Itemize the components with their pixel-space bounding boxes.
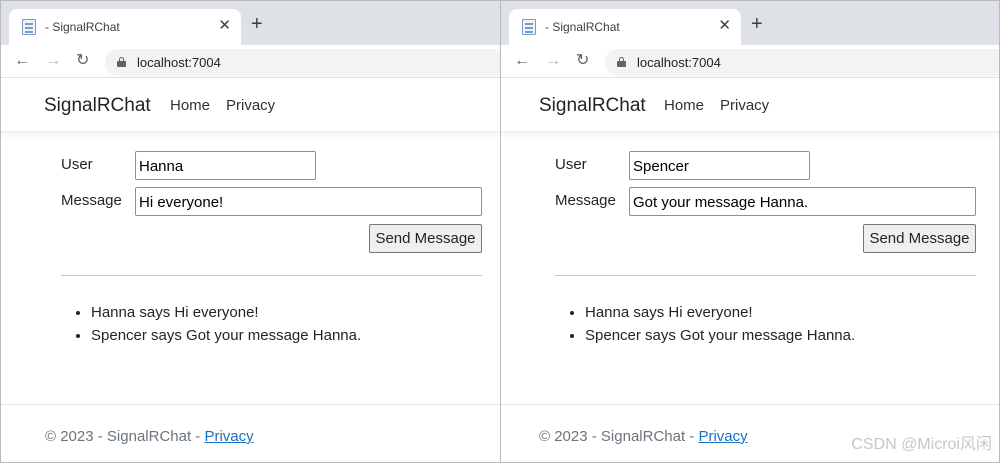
- chat-content: User Hanna Message Hi everyone! Send Mes…: [1, 132, 500, 402]
- footer-text: © 2023 - SignalRChat - Privacy: [539, 428, 748, 445]
- user-input[interactable]: Hanna: [135, 151, 316, 180]
- chat-content: User Spencer Message Got your message Ha…: [501, 132, 999, 402]
- tab-title: - SignalRChat: [545, 20, 620, 34]
- messages-list: Hanna says Hi everyone! Spencer says Got…: [61, 301, 361, 347]
- page-favicon-icon: [522, 19, 536, 35]
- browser-tab[interactable]: - SignalRChat ✕: [9, 9, 241, 45]
- browser-window-right: - SignalRChat ✕ + ← → ↻ localhost:7004 S…: [500, 0, 1000, 463]
- message-input[interactable]: Hi everyone!: [135, 187, 482, 216]
- browser-toolbar: ← → ↻ localhost:7004: [1, 45, 500, 78]
- address-bar[interactable]: localhost:7004: [605, 49, 999, 76]
- message-label: Message: [61, 192, 122, 209]
- divider: [555, 275, 976, 276]
- message-item: Spencer says Got your message Hanna.: [585, 324, 855, 347]
- browser-toolbar: ← → ↻ localhost:7004: [501, 45, 999, 78]
- url-text[interactable]: localhost:7004: [637, 55, 721, 70]
- reload-icon[interactable]: ↻: [76, 51, 89, 71]
- address-bar[interactable]: localhost:7004: [105, 49, 500, 76]
- url-text[interactable]: localhost:7004: [137, 55, 221, 70]
- nav-link-home[interactable]: Home: [664, 97, 704, 114]
- close-tab-icon[interactable]: ✕: [718, 17, 731, 35]
- brand-link[interactable]: SignalRChat: [44, 95, 151, 117]
- message-item: Hanna says Hi everyone!: [585, 301, 855, 324]
- lock-icon[interactable]: [117, 57, 126, 67]
- new-tab-button[interactable]: +: [251, 14, 263, 34]
- user-label: User: [555, 156, 587, 173]
- message-input[interactable]: Got your message Hanna.: [629, 187, 976, 216]
- site-navbar: SignalRChat Home Privacy: [501, 78, 999, 132]
- new-tab-button[interactable]: +: [751, 14, 763, 34]
- arrow-left-icon[interactable]: ←: [14, 51, 30, 71]
- tab-strip: - SignalRChat ✕ +: [501, 1, 999, 45]
- message-label: Message: [555, 192, 616, 209]
- divider: [61, 275, 482, 276]
- footer-text: © 2023 - SignalRChat - Privacy: [45, 428, 254, 445]
- footer-privacy-link[interactable]: Privacy: [204, 428, 253, 445]
- tab-strip: - SignalRChat ✕ +: [1, 1, 500, 45]
- message-item: Hanna says Hi everyone!: [91, 301, 361, 324]
- send-message-button[interactable]: Send Message: [863, 224, 976, 253]
- messages-list: Hanna says Hi everyone! Spencer says Got…: [555, 301, 855, 347]
- browser-window-left: - SignalRChat ✕ + ← → ↻ localhost:7004 S…: [0, 0, 501, 463]
- user-label: User: [61, 156, 93, 173]
- arrow-right-icon[interactable]: →: [545, 51, 561, 71]
- arrow-left-icon[interactable]: ←: [514, 51, 530, 71]
- tab-title: - SignalRChat: [45, 20, 120, 34]
- copyright-text: © 2023 - SignalRChat -: [539, 428, 699, 445]
- browser-tab[interactable]: - SignalRChat ✕: [509, 9, 741, 45]
- nav-link-home[interactable]: Home: [170, 97, 210, 114]
- page-favicon-icon: [22, 19, 36, 35]
- brand-link[interactable]: SignalRChat: [539, 95, 646, 117]
- site-footer: © 2023 - SignalRChat - Privacy: [1, 404, 500, 462]
- lock-icon[interactable]: [617, 57, 626, 67]
- nav-link-privacy[interactable]: Privacy: [720, 97, 769, 114]
- message-item: Spencer says Got your message Hanna.: [91, 324, 361, 347]
- watermark: CSDN @Microi风闲: [851, 436, 992, 453]
- footer-privacy-link[interactable]: Privacy: [698, 428, 747, 445]
- nav-link-privacy[interactable]: Privacy: [226, 97, 275, 114]
- reload-icon[interactable]: ↻: [576, 51, 589, 71]
- arrow-right-icon[interactable]: →: [45, 51, 61, 71]
- send-message-button[interactable]: Send Message: [369, 224, 482, 253]
- close-tab-icon[interactable]: ✕: [218, 17, 231, 35]
- copyright-text: © 2023 - SignalRChat -: [45, 428, 205, 445]
- user-input[interactable]: Spencer: [629, 151, 810, 180]
- site-navbar: SignalRChat Home Privacy: [1, 78, 500, 132]
